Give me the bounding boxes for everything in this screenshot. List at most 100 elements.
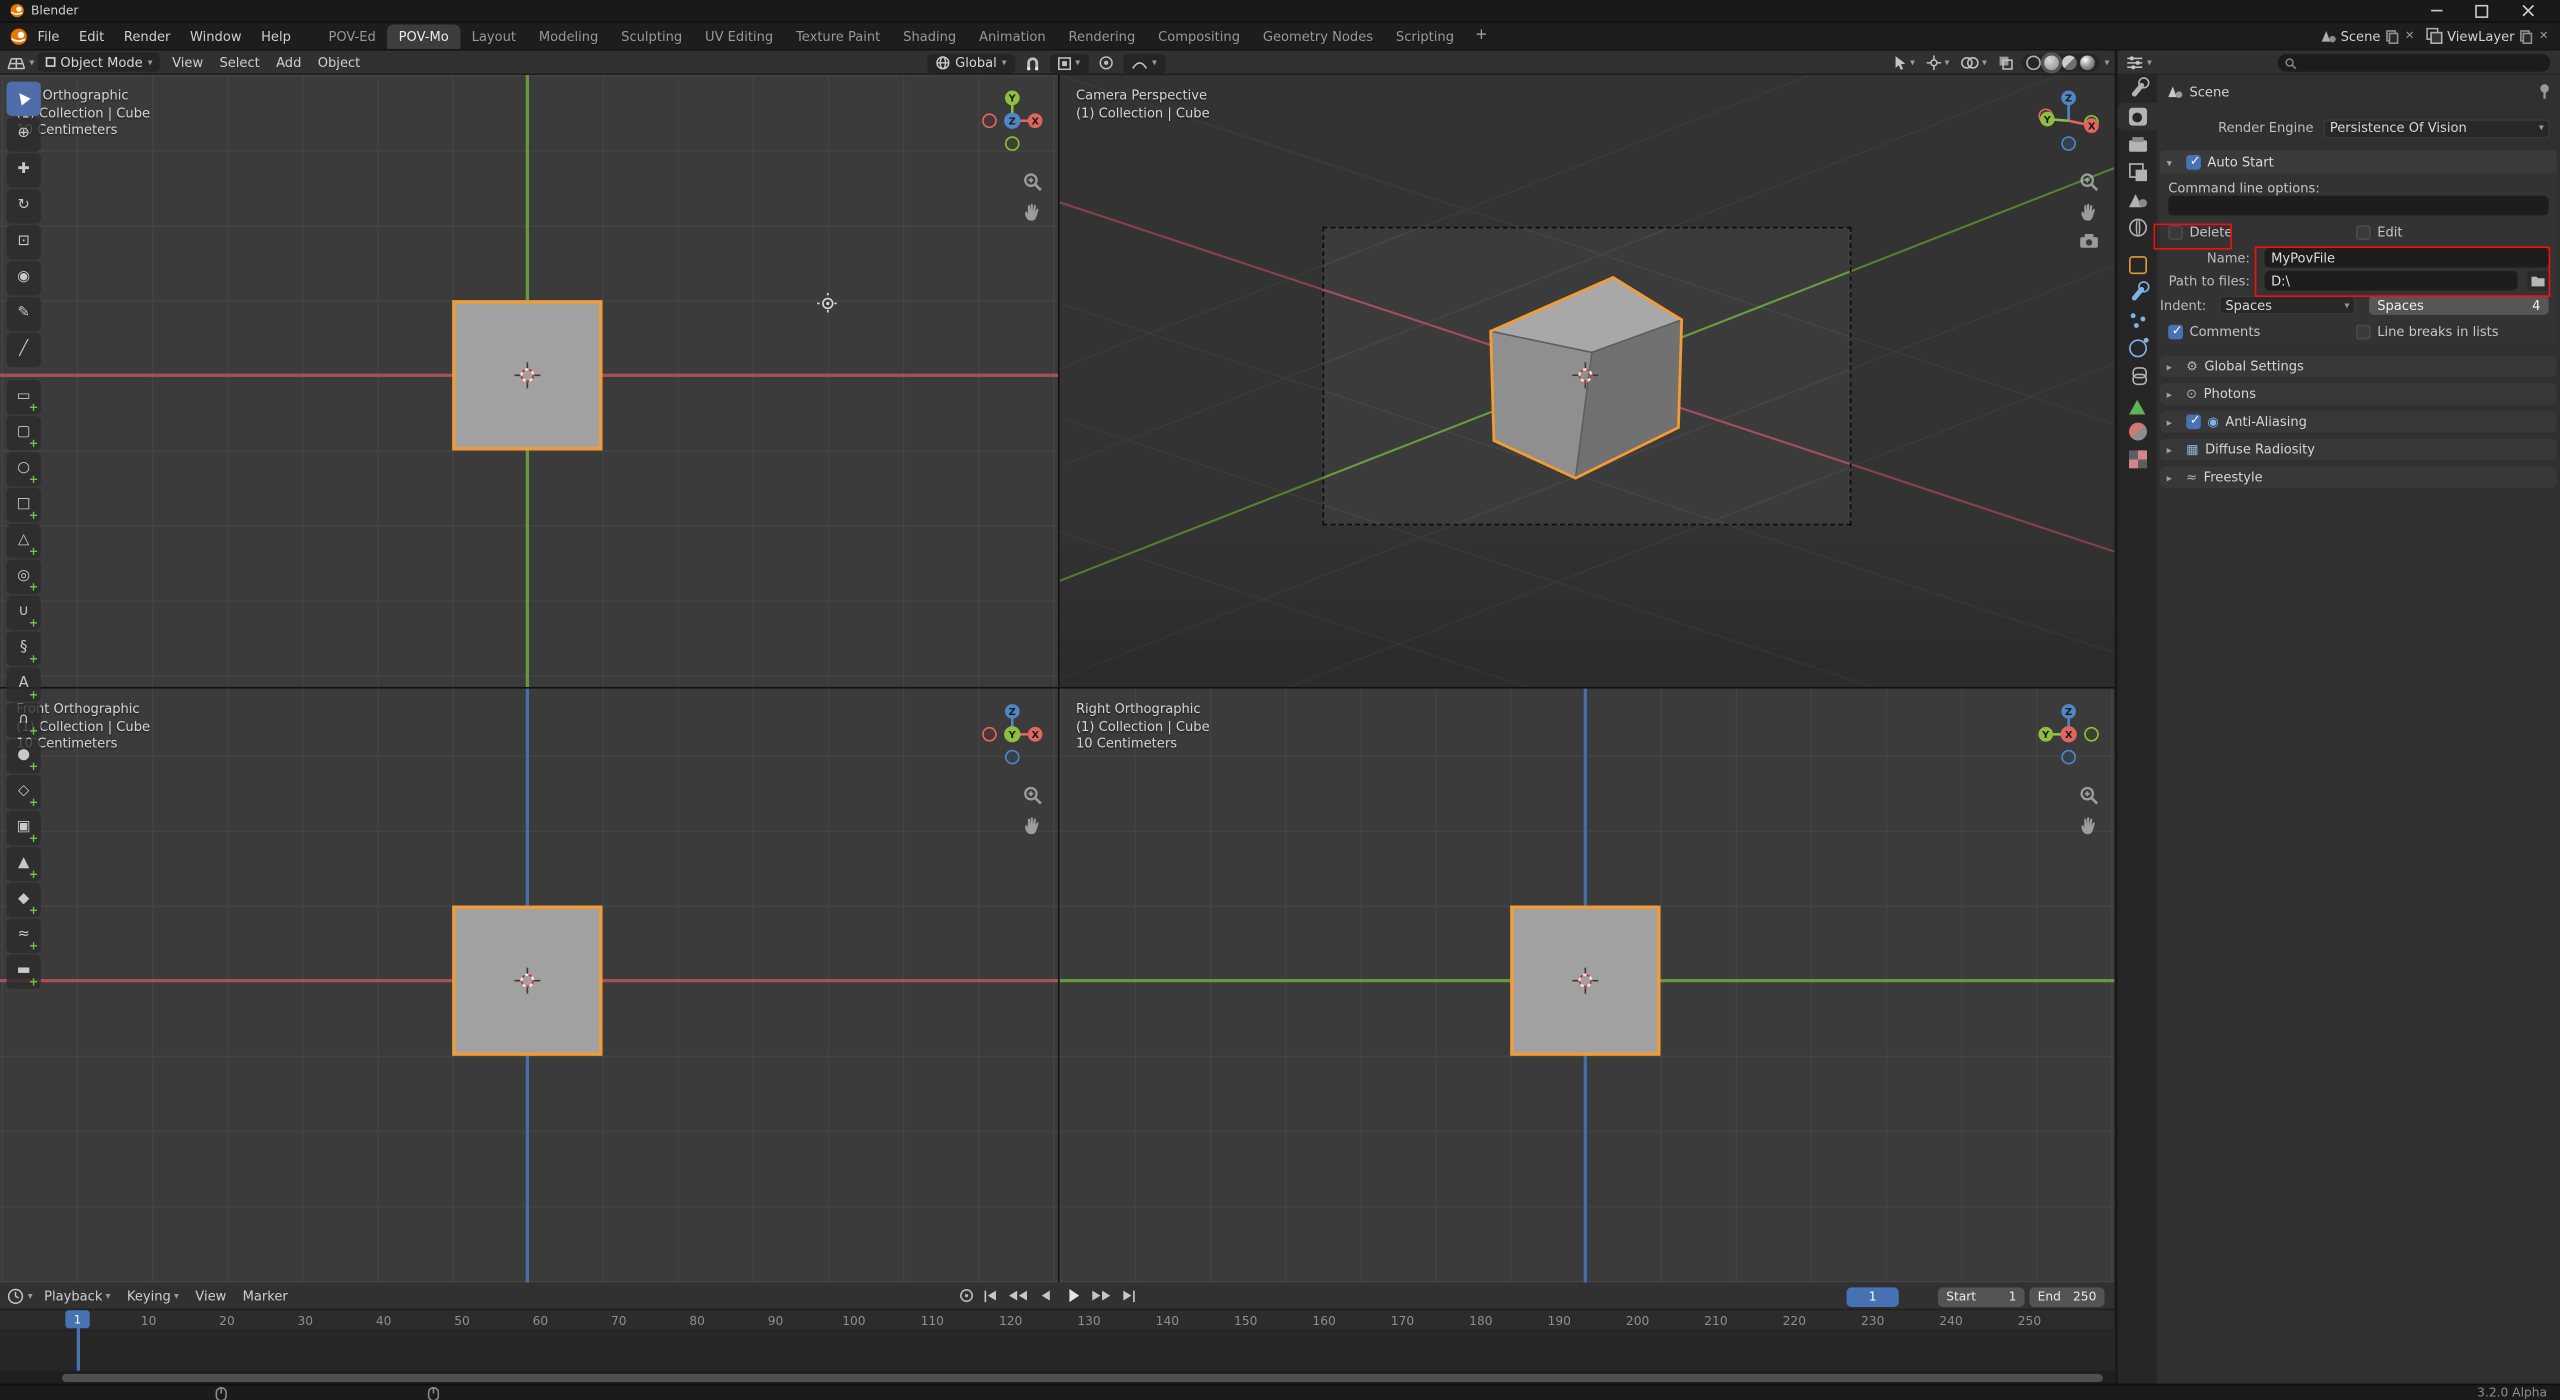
workspace-tab-pov-ed[interactable]: POV-Ed bbox=[317, 24, 387, 48]
workspace-tab-animation[interactable]: Animation bbox=[968, 24, 1057, 48]
menu-file[interactable]: File bbox=[28, 24, 69, 48]
menu-help[interactable]: Help bbox=[251, 24, 300, 48]
falloff-dropdown[interactable] bbox=[1123, 53, 1165, 73]
frame-end-field[interactable]: End 250 bbox=[2029, 1287, 2104, 1307]
pin-icon[interactable] bbox=[2537, 83, 2552, 99]
workspace-tab-layout[interactable]: Layout bbox=[460, 24, 527, 48]
menu-window[interactable]: Window bbox=[180, 24, 251, 48]
panel-checkbox[interactable] bbox=[2186, 414, 2201, 429]
tool-cursor[interactable]: ⊕ bbox=[7, 117, 41, 151]
new-scene-icon[interactable] bbox=[2385, 29, 2398, 44]
tool-annotate[interactable]: ✎ bbox=[7, 297, 41, 331]
light-object-icon[interactable] bbox=[816, 292, 839, 315]
properties-tab-physics[interactable] bbox=[2118, 334, 2157, 362]
transform-orientation-dropdown[interactable]: Global bbox=[927, 53, 1014, 73]
tool-transform[interactable]: ◉ bbox=[7, 261, 41, 295]
panel-anti-aliasing[interactable]: ◉ Anti-Aliasing bbox=[2160, 411, 2557, 432]
viewport-menu-select[interactable]: Select bbox=[211, 50, 268, 74]
tool-add-text[interactable]: A bbox=[7, 667, 41, 701]
navigation-gizmo[interactable]: Z X Y bbox=[2033, 85, 2105, 157]
tool-add-polygon[interactable]: ◆ bbox=[7, 883, 41, 917]
gizmos-dropdown[interactable] bbox=[1923, 55, 1952, 70]
proportional-editing-toggle[interactable] bbox=[1095, 55, 1116, 70]
close-button[interactable] bbox=[2505, 0, 2551, 21]
editor-type-timeline-icon[interactable] bbox=[7, 1287, 25, 1305]
workspace-tab-shading[interactable]: Shading bbox=[892, 24, 968, 48]
navigation-gizmo[interactable]: Z Y X bbox=[2033, 698, 2105, 770]
zoom-icon[interactable] bbox=[2078, 785, 2099, 806]
tool-select-box[interactable]: ▲ bbox=[7, 82, 41, 116]
next-keyframe-button[interactable] bbox=[1091, 1286, 1112, 1306]
tool-add-superellipsoid[interactable]: ▣ bbox=[7, 811, 41, 845]
workspace-tab-scripting[interactable]: Scripting bbox=[1384, 24, 1465, 48]
workspace-tab-geometry-nodes[interactable]: Geometry Nodes bbox=[1251, 24, 1384, 48]
properties-tab-view-layer[interactable] bbox=[2118, 158, 2157, 186]
tool-measure[interactable]: ╱ bbox=[7, 333, 41, 367]
panel-freestyle[interactable]: ≈ Freestyle bbox=[2160, 467, 2557, 488]
command-line-input[interactable] bbox=[2168, 196, 2548, 216]
indent-mode-dropdown[interactable]: Spaces bbox=[2219, 295, 2356, 315]
tool-add-torus[interactable]: ◎ bbox=[7, 560, 41, 594]
comments-checkbox[interactable] bbox=[2168, 324, 2183, 339]
copy-viewlayer-icon[interactable] bbox=[2519, 29, 2532, 44]
line-breaks-checkbox[interactable] bbox=[2356, 324, 2371, 339]
camera-view-icon[interactable] bbox=[2078, 230, 2099, 251]
properties-tab-constraints[interactable] bbox=[2118, 362, 2157, 390]
maximize-button[interactable] bbox=[2459, 0, 2505, 21]
editor-type-properties-icon[interactable] bbox=[2126, 53, 2144, 71]
editor-type-caret-icon[interactable] bbox=[28, 1288, 33, 1303]
properties-tab-material[interactable] bbox=[2118, 418, 2157, 446]
tool-move[interactable]: ✚ bbox=[7, 153, 41, 187]
auto-start-checkbox[interactable] bbox=[2186, 154, 2201, 169]
tool-scale[interactable]: ⊡ bbox=[7, 225, 41, 259]
navigation-gizmo[interactable]: Z X Y bbox=[976, 698, 1048, 770]
shading-material-button[interactable] bbox=[2062, 55, 2077, 70]
add-workspace-button[interactable]: + bbox=[1465, 28, 1497, 44]
current-frame-field[interactable]: 1 bbox=[1847, 1287, 1899, 1307]
timeline-ruler[interactable]: 1020304050607080901001101201301401501601… bbox=[0, 1310, 2114, 1331]
properties-tab-modifiers[interactable] bbox=[2118, 279, 2157, 307]
viewport-menu-view[interactable]: View bbox=[164, 50, 211, 74]
overlays-dropdown[interactable] bbox=[1958, 55, 1991, 70]
timeline-menu-view[interactable]: View bbox=[187, 1288, 234, 1303]
auto-keying-toggle[interactable] bbox=[960, 1289, 973, 1302]
tool-add-sphere[interactable]: ○ bbox=[7, 452, 41, 486]
jump-to-start-button[interactable] bbox=[980, 1286, 1001, 1306]
panel-global-settings[interactable]: ⚙ Global Settings bbox=[2160, 356, 2557, 377]
timeline-menu-marker[interactable]: Marker bbox=[234, 1288, 295, 1303]
properties-tab-particles[interactable] bbox=[2118, 307, 2157, 335]
properties-tab-object[interactable] bbox=[2118, 251, 2157, 279]
viewport-menu-add[interactable]: Add bbox=[268, 50, 310, 74]
indent-spaces-slider[interactable]: Spaces 4 bbox=[2369, 295, 2549, 315]
xray-toggle[interactable] bbox=[1995, 55, 2016, 70]
jump-to-end-button[interactable] bbox=[1118, 1286, 1139, 1306]
render-engine-dropdown[interactable]: Persistence Of Vision bbox=[2323, 118, 2550, 138]
zoom-icon[interactable] bbox=[1022, 785, 1043, 806]
properties-tab-texture[interactable] bbox=[2118, 445, 2157, 473]
viewport-camera-perspective[interactable]: Camera Perspective (1) Collection | Cube… bbox=[1060, 75, 2115, 687]
scene-selector[interactable]: Scene ✕ bbox=[2319, 28, 2416, 44]
navigation-gizmo[interactable]: Y X Z bbox=[976, 85, 1048, 157]
zoom-icon[interactable] bbox=[1022, 171, 1043, 192]
panel-photons[interactable]: ⊙ Photons bbox=[2160, 383, 2557, 404]
menu-edit[interactable]: Edit bbox=[69, 24, 114, 48]
properties-tab-world[interactable] bbox=[2118, 214, 2157, 242]
properties-tab-output[interactable] bbox=[2118, 131, 2157, 159]
tool-add-spring[interactable]: § bbox=[7, 631, 41, 665]
playhead-handle[interactable]: 1 bbox=[65, 1310, 89, 1328]
selectability-dropdown[interactable] bbox=[1891, 55, 1919, 70]
timeline-scrollbar[interactable] bbox=[62, 1373, 2103, 1381]
tool-add-isosurface[interactable]: ◇ bbox=[7, 775, 41, 809]
timeline-menu-keying[interactable]: Keying bbox=[119, 1288, 187, 1303]
unlink-scene-icon[interactable]: ✕ bbox=[2403, 29, 2416, 42]
tool-add-blob[interactable]: ● bbox=[7, 739, 41, 773]
workspace-tab-texture-paint[interactable]: Texture Paint bbox=[785, 24, 892, 48]
shading-wireframe-button[interactable] bbox=[2026, 55, 2041, 70]
workspace-tab-pov-mo[interactable]: POV-Mo bbox=[387, 24, 460, 48]
snap-magnet-toggle[interactable] bbox=[1021, 55, 1042, 71]
tool-add-parametric[interactable]: ≈ bbox=[7, 919, 41, 953]
workspace-tab-sculpting[interactable]: Sculpting bbox=[610, 24, 694, 48]
viewport-right-orthographic[interactable]: Right Orthographic (1) Collection | Cube… bbox=[1060, 689, 2115, 1283]
properties-tab-tool[interactable] bbox=[2118, 75, 2157, 103]
frame-start-field[interactable]: Start 1 bbox=[1938, 1287, 2025, 1307]
